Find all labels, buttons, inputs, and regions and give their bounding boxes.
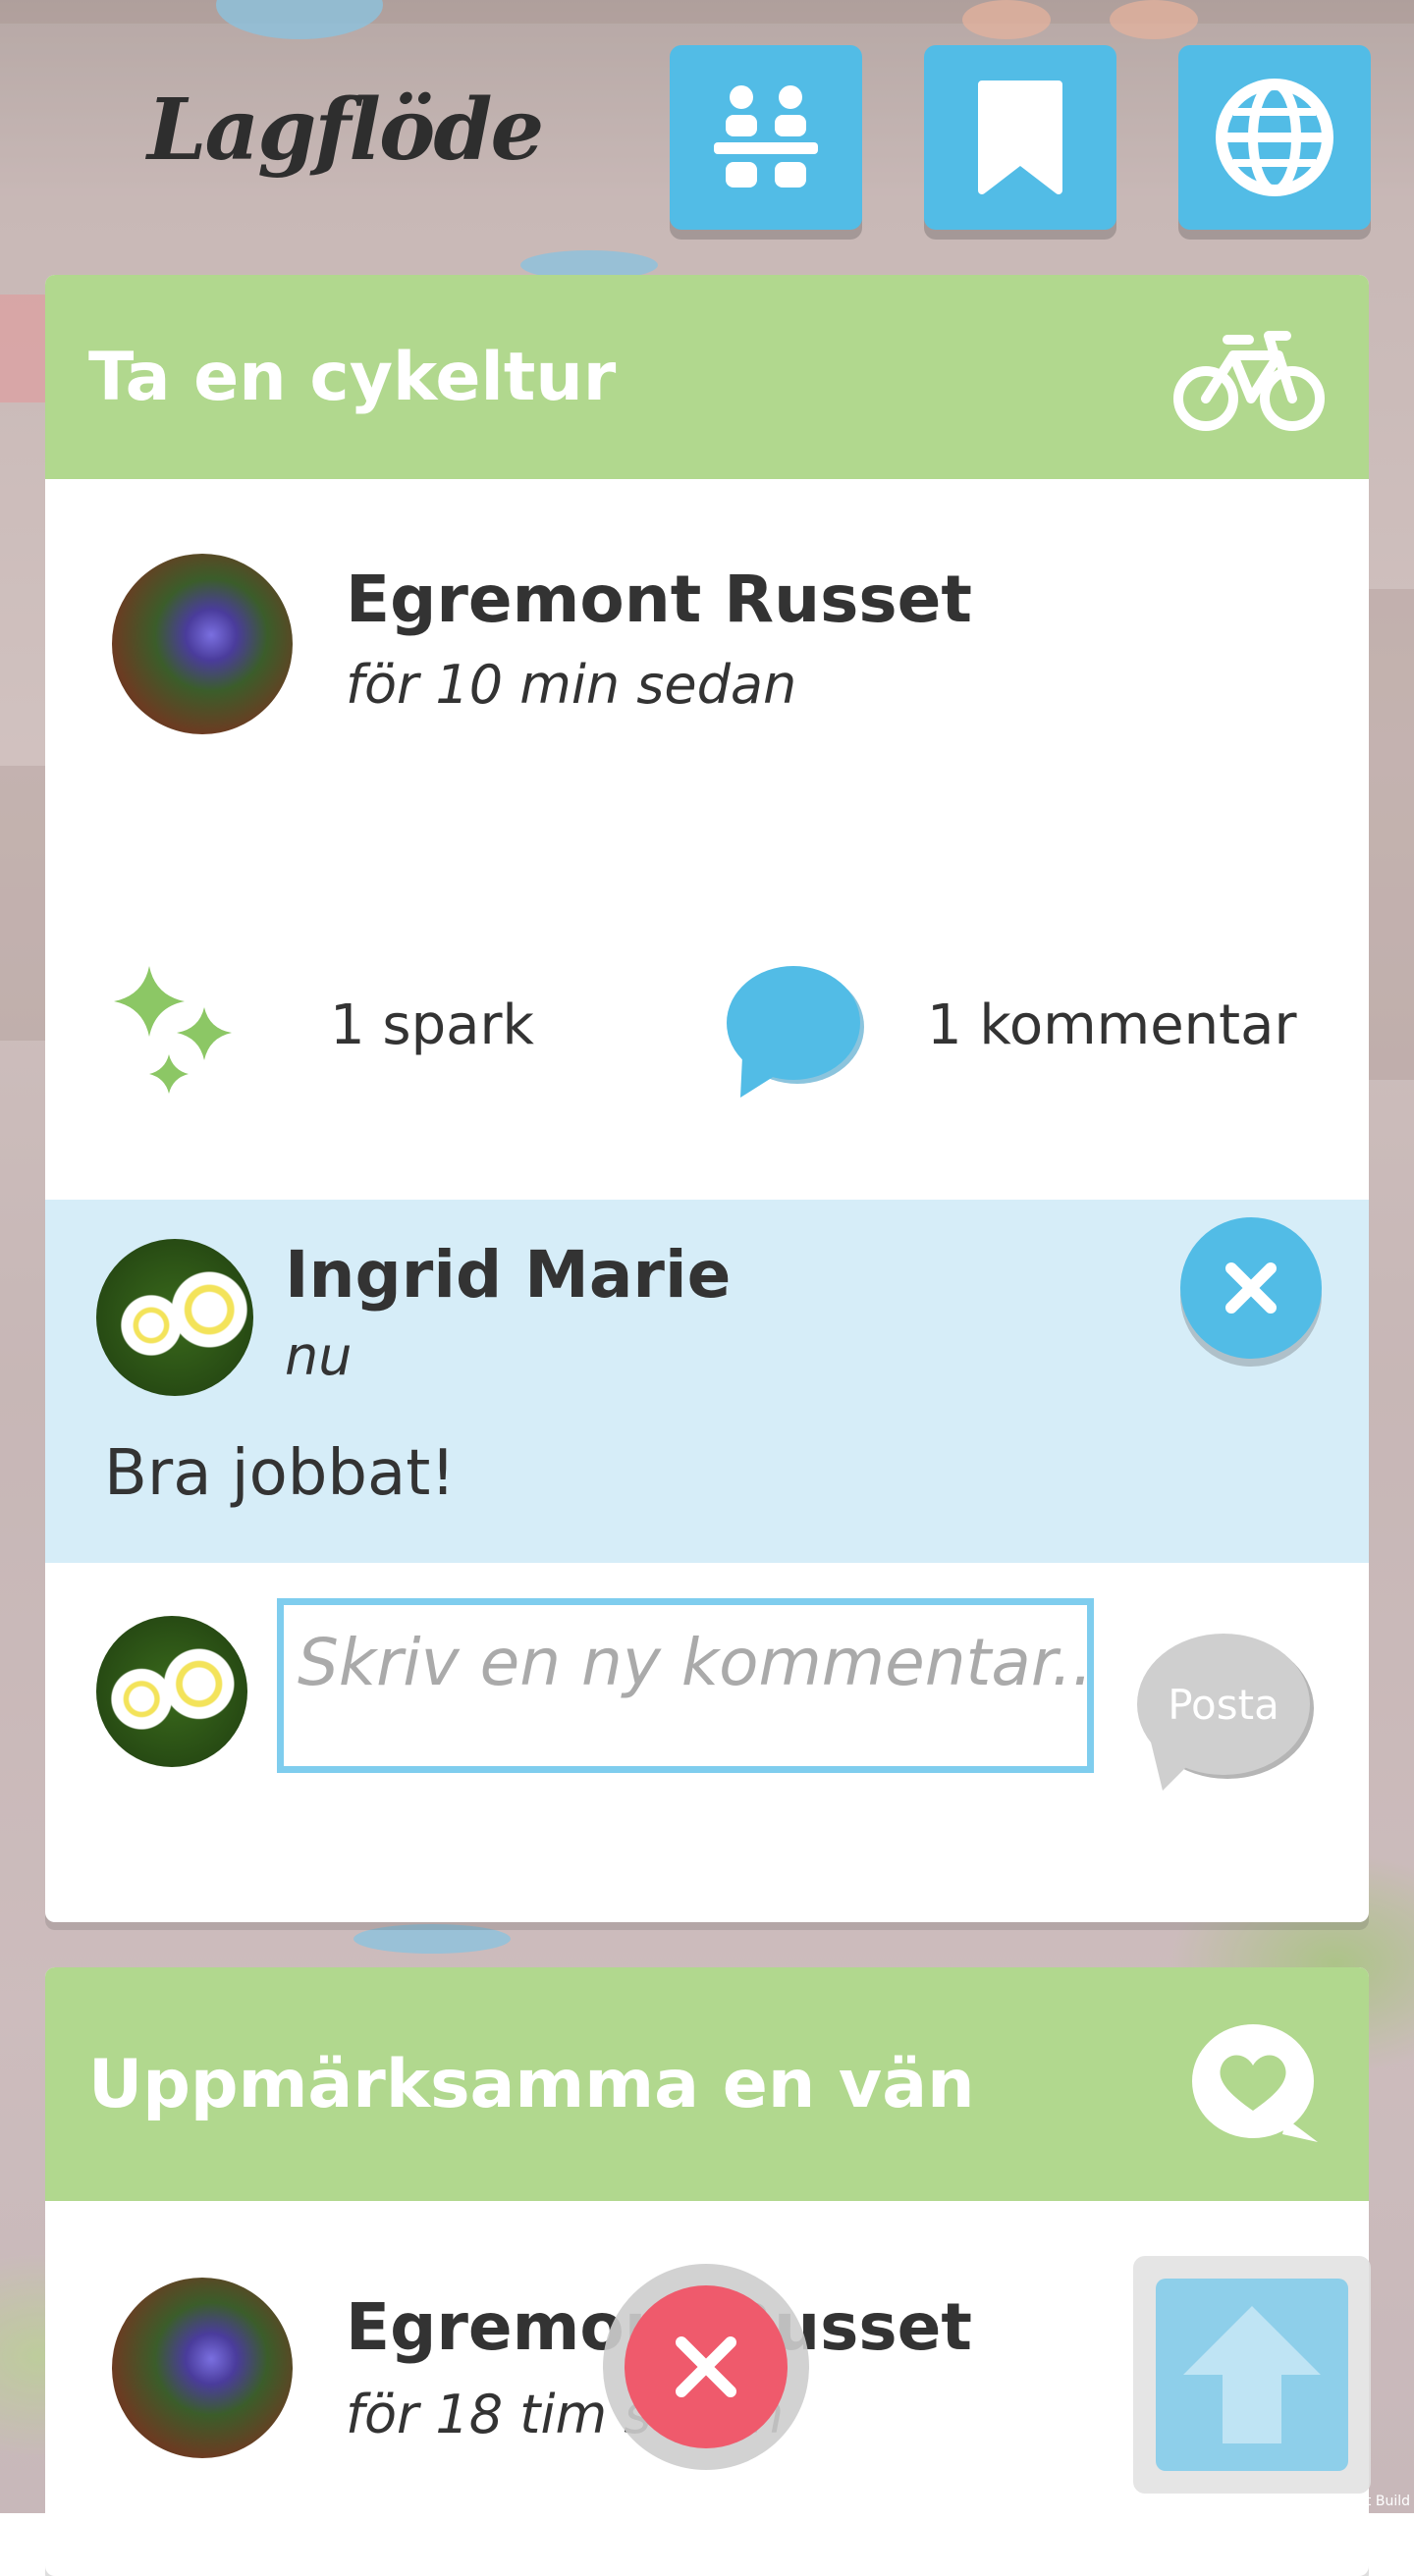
bookmark-button[interactable] (924, 45, 1116, 230)
close-icon (1225, 1262, 1277, 1314)
close-icon (676, 2336, 736, 2397)
comments-button[interactable]: 1 kommentar (723, 962, 1332, 1100)
post-header: Ta en cykeltur (45, 275, 1369, 479)
sparkle-icon (114, 966, 232, 1094)
comment-time: nu (285, 1325, 353, 1387)
avatar[interactable] (112, 2278, 293, 2458)
speech-bubble-icon (727, 966, 864, 1098)
team-button[interactable] (670, 45, 862, 230)
avatar[interactable] (96, 1239, 253, 1396)
post-comment-button[interactable]: Posta (1133, 1628, 1314, 1793)
team-icon (714, 85, 818, 188)
post-author[interactable]: Egremont Russet (346, 562, 972, 637)
post-card: Ta en cykeltur Egremont Russet för 10 mi… (45, 275, 1369, 1922)
post-title: Uppmärksamma en vän (88, 2045, 975, 2123)
arrow-up-icon (1183, 2306, 1321, 2443)
comment-count: 1 kommentar (927, 993, 1297, 1057)
scroll-to-top-button[interactable] (1133, 2256, 1371, 2494)
globe-button[interactable] (1178, 45, 1371, 230)
comment-author[interactable]: Ingrid Marie (285, 1237, 731, 1313)
new-comment-input[interactable]: Skriv en ny kommentar... (277, 1598, 1094, 1773)
spark-button[interactable]: 1 spark (110, 962, 719, 1094)
post-title: Ta en cykeltur (88, 338, 617, 416)
post-comment-label: Posta (1168, 1681, 1279, 1729)
development-build-label: Development Build (1278, 2494, 1410, 2509)
bicycle-icon (1173, 331, 1325, 431)
spark-count: 1 spark (330, 993, 534, 1057)
delete-comment-button[interactable] (1180, 1217, 1322, 1359)
comment-text: Bra jobbat! (104, 1437, 456, 1510)
post-time: för 10 min sedan (346, 654, 797, 716)
avatar (96, 1616, 247, 1767)
avatar[interactable] (112, 554, 293, 734)
bookmark-icon (978, 80, 1062, 194)
heart-speech-icon (1192, 2024, 1318, 2142)
comment-item: Ingrid Marie nu Bra jobbat! (45, 1200, 1369, 1563)
globe-icon (1216, 79, 1333, 196)
close-feed-button[interactable] (603, 2264, 809, 2470)
app-logo: Lagflöde (147, 80, 544, 180)
post-header: Uppmärksamma en vän (45, 1967, 1369, 2201)
